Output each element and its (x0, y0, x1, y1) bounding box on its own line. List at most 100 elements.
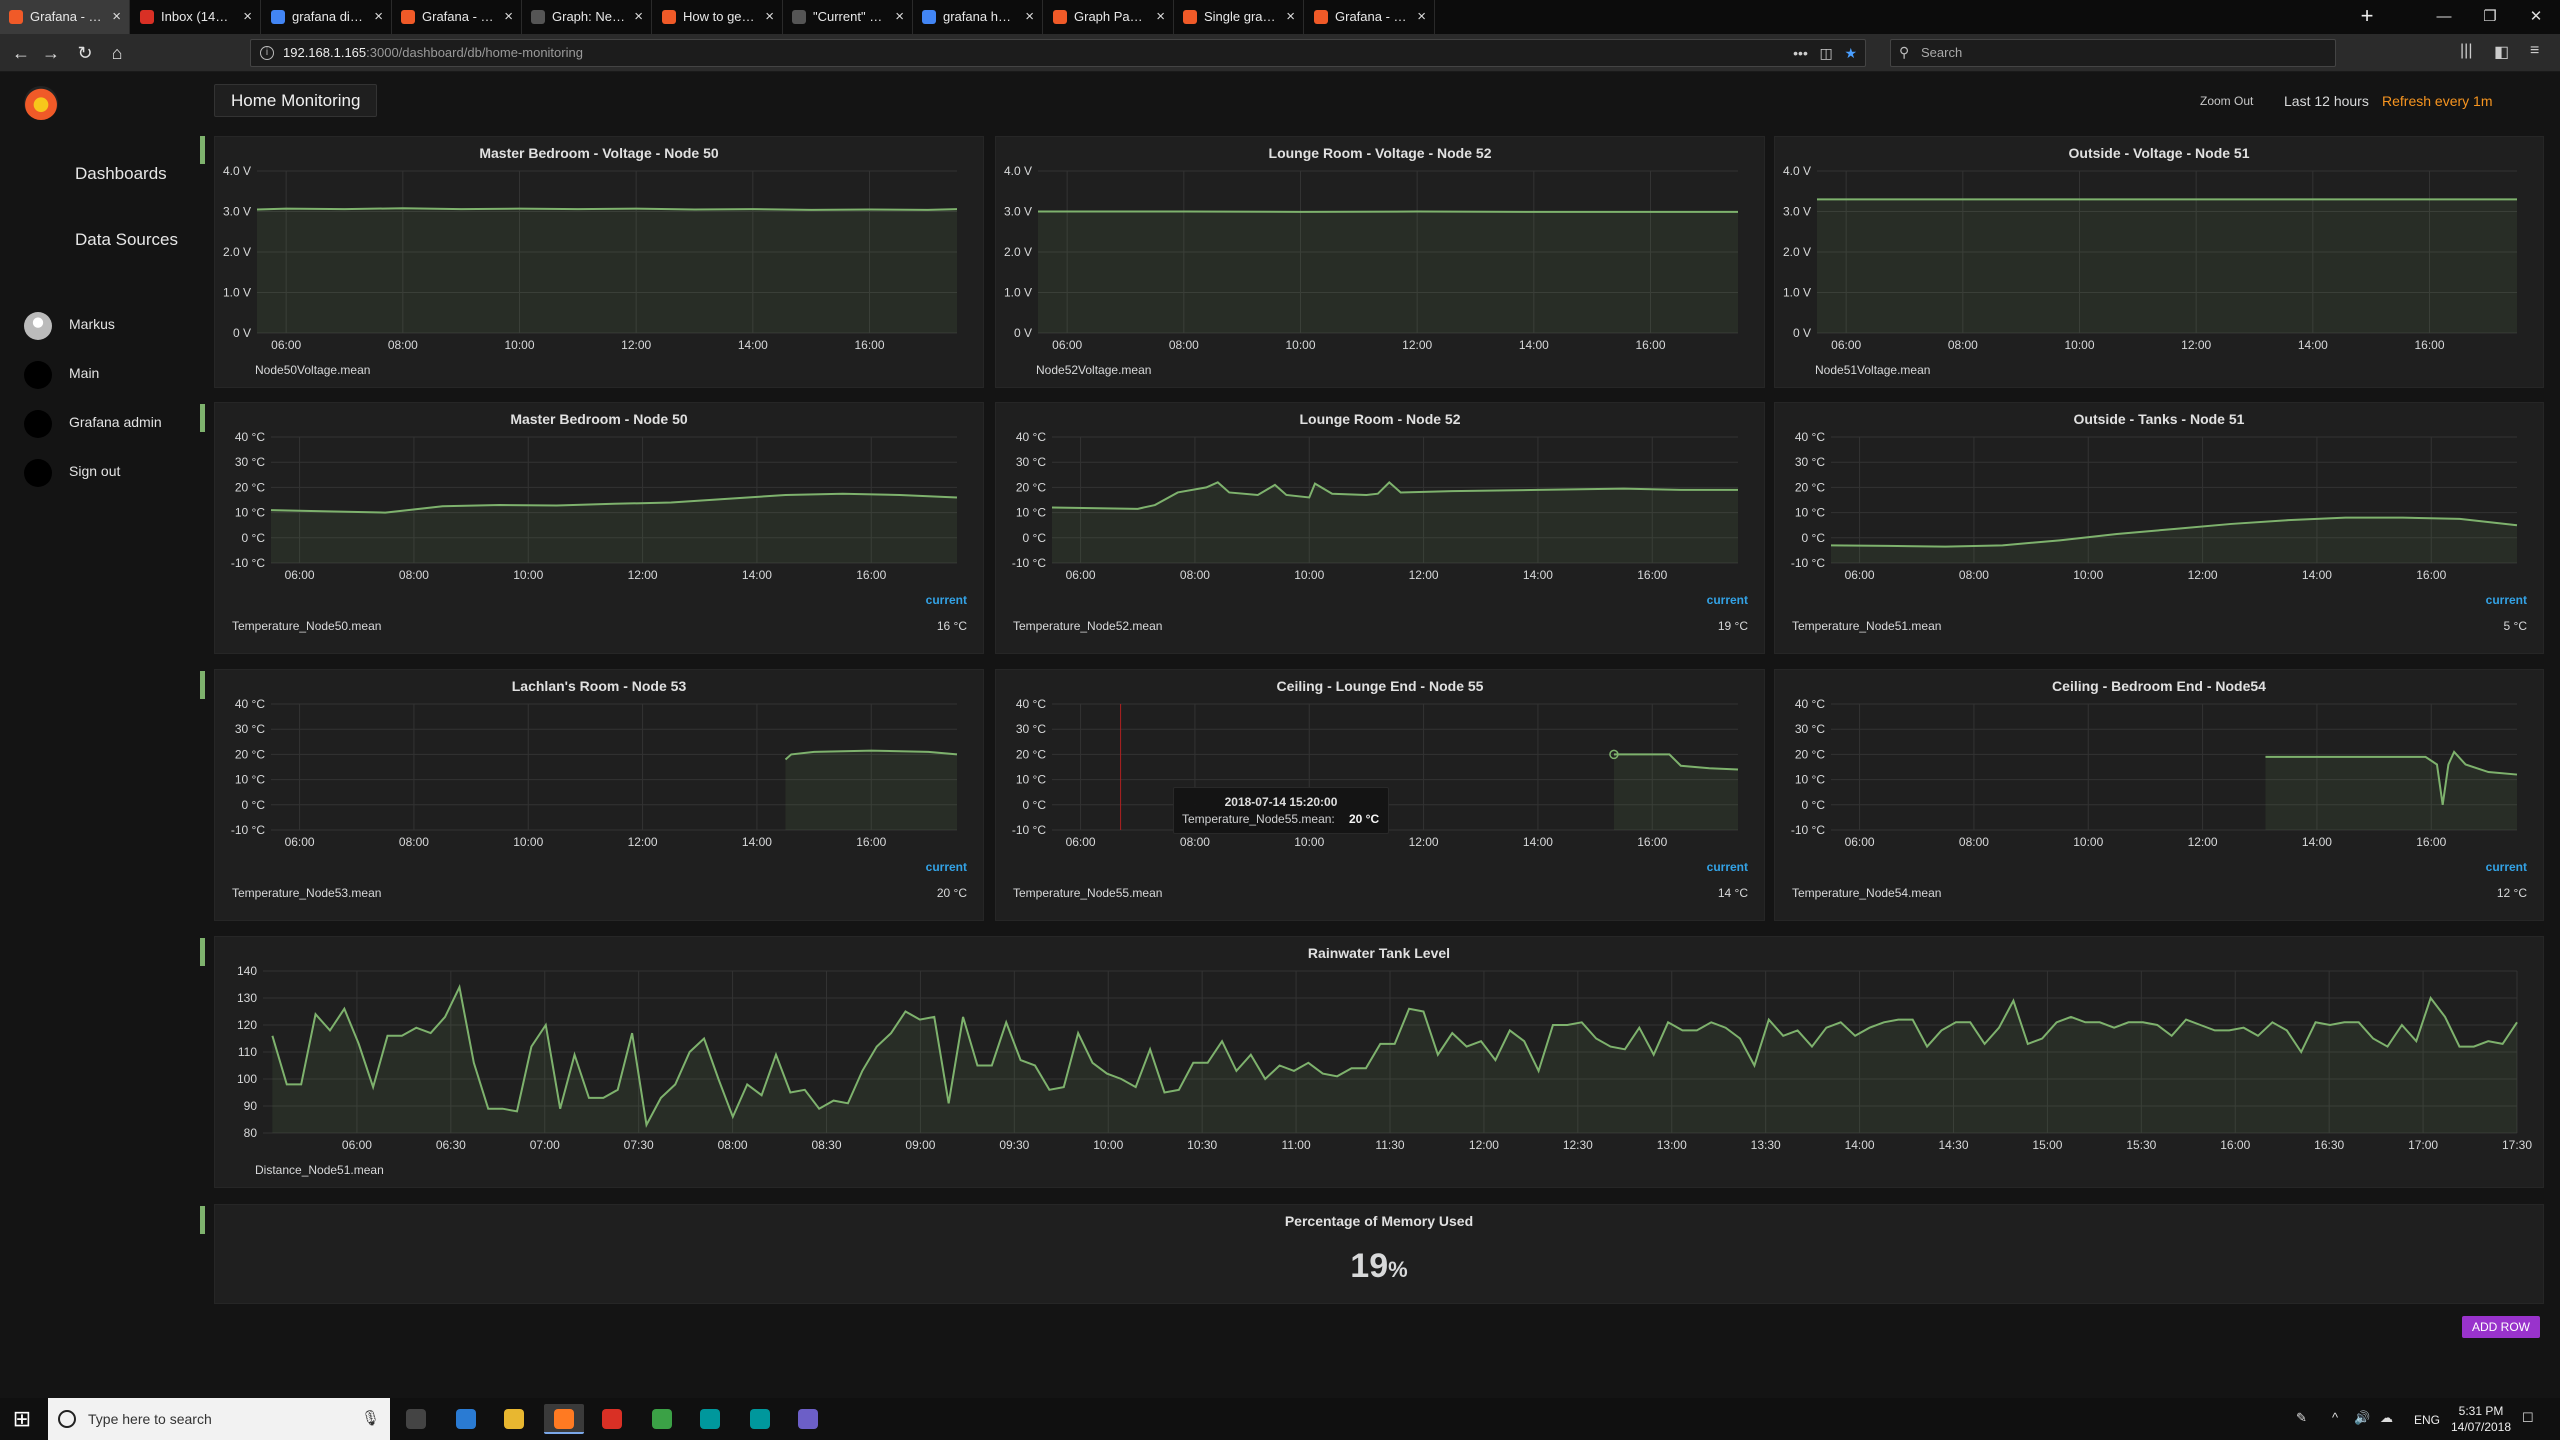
legend-current-header[interactable]: current (1707, 593, 1748, 607)
taskbar-clock[interactable]: 5:31 PM 14/07/2018 (2446, 1403, 2516, 1435)
legend-series-name[interactable]: Temperature_Node51.mean (1792, 619, 1941, 633)
browser-tab[interactable]: grafana how to add multiple × (913, 0, 1043, 34)
close-window-icon[interactable]: ✕ (2512, 0, 2560, 34)
sidebar-item-data-sources[interactable]: Data Sources (75, 230, 178, 250)
pocket-icon[interactable]: ◫ (1820, 45, 1833, 61)
microphone-icon[interactable]: 🎙 (361, 1409, 380, 1427)
reload-icon[interactable]: ↻ (72, 40, 98, 66)
browser-tab[interactable]: grafana display value from a × (262, 0, 392, 34)
memory-singlestat-panel[interactable]: Percentage of Memory Used 19% (214, 1204, 2544, 1304)
legend-series-name[interactable]: Distance_Node51.mean (255, 1163, 384, 1177)
row-collapse-handle[interactable] (200, 671, 205, 699)
browser-tab[interactable]: Grafana - Home Monitoring × (0, 0, 130, 34)
time-range-picker[interactable]: Last 12 hours (2284, 93, 2369, 109)
browser-tab[interactable]: Graph: New legend table disp × (522, 0, 652, 34)
tab-close-icon[interactable]: × (243, 0, 252, 34)
language-indicator[interactable]: ENG (2414, 1413, 2440, 1427)
tab-close-icon[interactable]: × (1417, 0, 1426, 34)
taskbar-app-file-explorer[interactable] (494, 1404, 534, 1434)
series-line[interactable] (256, 207, 958, 211)
legend-series-name[interactable]: Temperature_Node52.mean (1013, 619, 1162, 633)
taskbar-search[interactable]: Type here to search 🎙 (48, 1398, 390, 1440)
legend-current-header[interactable]: current (2486, 593, 2527, 607)
sidebar-icon[interactable]: ◧ (2494, 42, 2509, 62)
tray-chevron-icon[interactable]: ^ (2332, 1410, 2338, 1425)
refresh-interval[interactable]: Refresh every 1m (2382, 93, 2492, 109)
taskbar-app-gitkraken[interactable] (642, 1404, 682, 1434)
graph-panel[interactable]: Master Bedroom - Node 50 40 °C 30 °C 20 °C 1… (214, 402, 984, 654)
taskbar-app-arduino-1[interactable] (690, 1404, 730, 1434)
tab-close-icon[interactable]: × (374, 0, 383, 34)
graph-panel[interactable]: Lachlan's Room - Node 53 40 °C 30 °C 20 °C 1… (214, 669, 984, 921)
search-bar[interactable]: ⚲ Search (1890, 39, 2336, 67)
browser-tab[interactable]: How to get the latest value fr × (653, 0, 783, 34)
taskbar-app-app-blue[interactable] (446, 1404, 486, 1434)
search-input[interactable]: Search (1921, 40, 1962, 66)
graph-panel[interactable]: Ceiling - Bedroom End - Node54 40 °C 30 °C… (1774, 669, 2544, 921)
forward-icon[interactable]: → (38, 40, 64, 66)
tab-close-icon[interactable]: × (1156, 0, 1165, 34)
home-icon[interactable]: ⌂ (104, 40, 130, 66)
tab-close-icon[interactable]: × (765, 0, 774, 34)
maximize-icon[interactable]: ❐ (2466, 0, 2514, 34)
row-collapse-handle[interactable] (200, 938, 205, 966)
taskbar-app-app-purple[interactable] (788, 1404, 828, 1434)
taskbar-app-task-view[interactable] (396, 1404, 436, 1434)
sidebar-item-sign-out[interactable]: Sign out (24, 457, 194, 489)
sidebar-user-markus[interactable]: Markus (24, 310, 194, 342)
graph-canvas[interactable]: 4.0 V 3.0 V 2.0 V 1.0 V 0 V 06:00 08:00 10:00 12… (996, 137, 1766, 389)
taskbar-app-arduino-2[interactable] (740, 1404, 780, 1434)
graph-canvas[interactable]: 4.0 V 3.0 V 2.0 V 1.0 V 0 V 06:00 08:00 10:00 12… (215, 137, 985, 389)
back-icon[interactable]: ← (8, 40, 34, 66)
legend-current-header[interactable]: current (2486, 860, 2527, 874)
tab-close-icon[interactable]: × (895, 0, 904, 34)
bookmark-star-icon[interactable]: ★ (1844, 45, 1857, 61)
graph-canvas[interactable]: 40 °C 30 °C 20 °C 10 °C 0 °C -10 °C 06:00 08:00… (215, 670, 985, 922)
graph-canvas[interactable]: 4.0 V 3.0 V 2.0 V 1.0 V 0 V 06:00 08:00 10:00 12… (1775, 137, 2545, 389)
legend-current-header[interactable]: current (1707, 860, 1748, 874)
graph-panel[interactable]: Outside - Voltage - Node 51 4.0 V 3.0 V 2.0… (1774, 136, 2544, 388)
page-actions-icon[interactable]: ••• ◫ ★ (1793, 40, 1857, 66)
legend-current-header[interactable]: current (926, 593, 967, 607)
taskbar-app-firefox[interactable] (544, 1404, 584, 1434)
graph-panel[interactable]: Lounge Room - Voltage - Node 52 4.0 V 3.0 … (995, 136, 1765, 388)
graph-canvas[interactable]: 40 °C 30 °C 20 °C 10 °C 0 °C -10 °C 06:00 08:00… (996, 403, 1766, 655)
row-collapse-handle[interactable] (200, 136, 205, 164)
graph-panel[interactable]: Lounge Room - Node 52 40 °C 30 °C 20 °C 10 °… (995, 402, 1765, 654)
legend-series-name[interactable]: Temperature_Node55.mean (1013, 886, 1162, 900)
cloud-icon[interactable]: ☁ (2380, 1410, 2393, 1426)
legend-series-name[interactable]: Node51Voltage.mean (1815, 363, 1930, 377)
menu-icon[interactable]: ≡ (2530, 42, 2539, 60)
graph-canvas[interactable]: 140 130 120 110 100 90 80 06:00 06:30 07:00 07:30 0… (215, 937, 2545, 1189)
legend-series-name[interactable]: Temperature_Node54.mean (1792, 886, 1941, 900)
dashboard-title-button[interactable]: Home Monitoring (214, 84, 378, 117)
legend-current-header[interactable]: current (926, 860, 967, 874)
pen-icon[interactable]: ✎ (2296, 1410, 2307, 1426)
info-icon[interactable]: i (260, 46, 274, 60)
browser-tab[interactable]: Single graph with multiple p × (1174, 0, 1304, 34)
legend-series-name[interactable]: Node50Voltage.mean (255, 363, 370, 377)
browser-tab[interactable]: "Current" value (in legend va × (783, 0, 913, 34)
tab-close-icon[interactable]: × (1286, 0, 1295, 34)
url-bar[interactable]: i 192.168.1.165:3000/dashboard/db/home-m… (250, 39, 1866, 67)
minimize-icon[interactable]: — (2420, 0, 2468, 34)
browser-tab[interactable]: Grafana - Home Monitoring × (1305, 0, 1435, 34)
tab-close-icon[interactable]: × (504, 0, 513, 34)
row-collapse-handle[interactable] (200, 404, 205, 432)
legend-series-name[interactable]: Temperature_Node50.mean (232, 619, 381, 633)
add-row-button[interactable]: ADD ROW (2462, 1316, 2540, 1338)
tab-close-icon[interactable]: × (112, 0, 121, 34)
zoom-out-button[interactable]: Zoom Out (2200, 94, 2253, 108)
graph-panel[interactable]: Outside - Tanks - Node 51 40 °C 30 °C 20 °C… (1774, 402, 2544, 654)
browser-tab[interactable]: Graph Panel | Grafana Docum × (1044, 0, 1174, 34)
graph-canvas[interactable]: 40 °C 30 °C 20 °C 10 °C 0 °C -10 °C 06:00 08:00… (1775, 670, 2545, 922)
graph-panel[interactable]: Master Bedroom - Voltage - Node 50 4.0 V3… (214, 136, 984, 388)
browser-tab[interactable]: Grafana - Graph Panel × (392, 0, 522, 34)
sidebar-item-grafana-admin[interactable]: Grafana admin (24, 408, 194, 440)
taskbar-app-chrome[interactable] (592, 1404, 632, 1434)
sidebar-item-main[interactable]: Main (24, 359, 194, 391)
row-collapse-handle[interactable] (200, 1206, 205, 1234)
legend-series-name[interactable]: Node52Voltage.mean (1036, 363, 1151, 377)
new-tab-icon[interactable]: + (2352, 0, 2382, 34)
volume-icon[interactable]: 🔊 (2354, 1410, 2370, 1426)
